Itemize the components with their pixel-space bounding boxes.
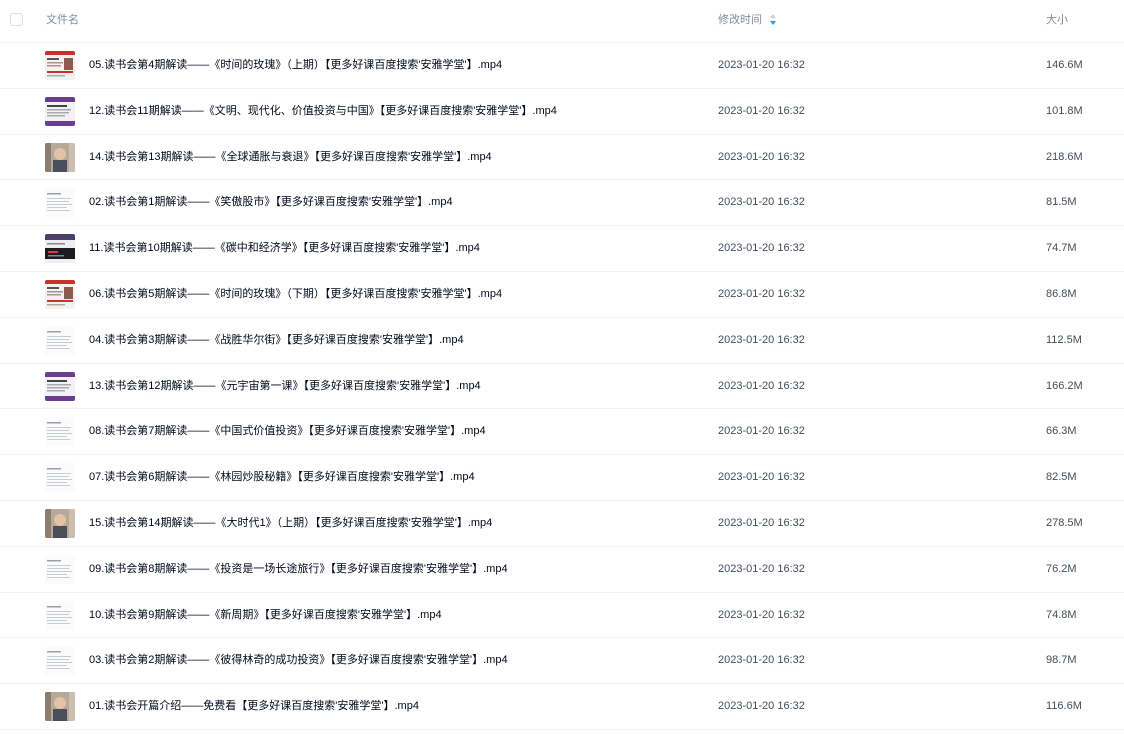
file-size: 116.6M <box>1046 700 1082 713</box>
file-row[interactable]: 06.读书会第5期解读——《时间的玫瑰》（下期）【更多好课百度搜索'安雅学堂'】… <box>0 272 1124 318</box>
file-row[interactable]: 07.读书会第6期解读——《林园炒股秘籍》【更多好课百度搜索'安雅学堂'】.mp… <box>0 455 1124 501</box>
file-size: 98.7M <box>1046 654 1077 667</box>
file-modified-time: 2023-01-20 16:32 <box>718 333 805 346</box>
video-thumbnail[interactable] <box>45 463 75 493</box>
file-name[interactable]: 07.读书会第6期解读——《林园炒股秘籍》【更多好课百度搜索'安雅学堂'】.mp… <box>89 471 475 484</box>
video-thumbnail[interactable] <box>45 692 75 722</box>
file-row[interactable]: 15.读书会第14期解读——《大时代1》（上期）【更多好课百度搜索'安雅学堂'】… <box>0 501 1124 547</box>
file-size: 166.2M <box>1046 379 1083 392</box>
file-name[interactable]: 06.读书会第5期解读——《时间的玫瑰》（下期）【更多好课百度搜索'安雅学堂'】… <box>89 288 502 301</box>
file-name[interactable]: 13.读书会第12期解读——《元宇宙第一课》【更多好课百度搜索'安雅学堂'】.m… <box>89 380 481 393</box>
file-list-page: 文件名 修改时间 大小 05.读书会第4期解读——《时间的玫瑰》（上期）【更多好… <box>0 0 1124 741</box>
file-name[interactable]: 08.读书会第7期解读——《中国式价值投资》【更多好课百度搜索'安雅学堂'】.m… <box>89 425 486 438</box>
file-size: 86.8M <box>1046 287 1077 300</box>
file-row[interactable]: 12.读书会11期解读——《文明、现代化、价值投资与中国》【更多好课百度搜索'安… <box>0 89 1124 135</box>
video-thumbnail[interactable] <box>45 234 75 264</box>
file-name[interactable]: 12.读书会11期解读——《文明、现代化、价值投资与中国》【更多好课百度搜索'安… <box>89 105 557 118</box>
video-thumbnail[interactable] <box>45 417 75 447</box>
video-thumbnail[interactable] <box>45 188 75 218</box>
video-thumbnail[interactable] <box>45 142 75 172</box>
file-size: 146.6M <box>1046 59 1083 71</box>
file-size: 66.3M <box>1046 425 1077 438</box>
file-size: 74.7M <box>1046 242 1077 255</box>
file-size: 82.5M <box>1046 471 1077 484</box>
file-modified-time: 2023-01-20 16:32 <box>718 242 805 255</box>
video-thumbnail[interactable] <box>45 646 75 676</box>
file-list-header: 文件名 修改时间 大小 <box>0 0 1124 43</box>
file-modified-time: 2023-01-20 16:32 <box>718 287 805 300</box>
file-size: 74.8M <box>1046 608 1077 621</box>
file-name[interactable]: 02.读书会第1期解读——《笑傲股市》【更多好课百度搜索'安雅学堂'】.mp4 <box>89 196 453 209</box>
file-name[interactable]: 09.读书会第8期解读——《投资是一场长途旅行》【更多好课百度搜索'安雅学堂'】… <box>89 563 508 576</box>
file-row[interactable]: 14.读书会第13期解读——《全球通胀与衰退》【更多好课百度搜索'安雅学堂'】.… <box>0 135 1124 181</box>
file-modified-time: 2023-01-20 16:32 <box>718 700 805 713</box>
file-name[interactable]: 03.读书会第2期解读——《彼得林奇的成功投资》【更多好课百度搜索'安雅学堂'】… <box>89 654 508 667</box>
file-modified-time: 2023-01-20 16:32 <box>718 516 805 529</box>
file-row[interactable]: 04.读书会第3期解读——《战胜华尔街》【更多好课百度搜索'安雅学堂'】.mp4… <box>0 318 1124 364</box>
file-size: 81.5M <box>1046 196 1077 209</box>
file-list: 05.读书会第4期解读——《时间的玫瑰》（上期）【更多好课百度搜索'安雅学堂'】… <box>0 43 1124 730</box>
file-modified-time: 2023-01-20 16:32 <box>718 59 805 71</box>
file-name[interactable]: 14.读书会第13期解读——《全球通胀与衰退》【更多好课百度搜索'安雅学堂'】.… <box>89 151 492 164</box>
file-row[interactable]: 13.读书会第12期解读——《元宇宙第一课》【更多好课百度搜索'安雅学堂'】.m… <box>0 364 1124 410</box>
video-thumbnail[interactable] <box>45 325 75 355</box>
video-thumbnail[interactable] <box>45 96 75 126</box>
file-size: 101.8M <box>1046 104 1083 117</box>
file-row[interactable]: 05.读书会第4期解读——《时间的玫瑰》（上期）【更多好课百度搜索'安雅学堂'】… <box>0 43 1124 89</box>
sort-arrow-icon[interactable] <box>769 13 777 26</box>
file-name[interactable]: 05.读书会第4期解读——《时间的玫瑰》（上期）【更多好课百度搜索'安雅学堂'】… <box>89 59 502 72</box>
file-modified-time: 2023-01-20 16:32 <box>718 379 805 392</box>
column-header-modified-time[interactable]: 修改时间 <box>718 14 762 27</box>
file-name[interactable]: 01.读书会开篇介绍——免费看【更多好课百度搜索'安雅学堂'】.mp4 <box>89 700 419 713</box>
file-size: 76.2M <box>1046 562 1077 575</box>
file-row[interactable]: 01.读书会开篇介绍——免费看【更多好课百度搜索'安雅学堂'】.mp4 2023-… <box>0 684 1124 730</box>
column-header-name[interactable]: 文件名 <box>46 14 79 27</box>
file-modified-time: 2023-01-20 16:32 <box>718 150 805 163</box>
file-modified-time: 2023-01-20 16:32 <box>718 104 805 117</box>
file-row[interactable]: 09.读书会第8期解读——《投资是一场长途旅行》【更多好课百度搜索'安雅学堂'】… <box>0 547 1124 593</box>
file-modified-time: 2023-01-20 16:32 <box>718 196 805 209</box>
file-name[interactable]: 15.读书会第14期解读——《大时代1》（上期）【更多好课百度搜索'安雅学堂'】… <box>89 517 492 530</box>
video-thumbnail[interactable] <box>45 279 75 309</box>
video-thumbnail[interactable] <box>45 51 75 80</box>
file-size: 278.5M <box>1046 516 1083 529</box>
file-name[interactable]: 11.读书会第10期解读——《碳中和经济学》【更多好课百度搜索'安雅学堂'】.m… <box>89 242 480 255</box>
column-header-size[interactable]: 大小 <box>1046 14 1068 27</box>
file-modified-time: 2023-01-20 16:32 <box>718 608 805 621</box>
file-row[interactable]: 02.读书会第1期解读——《笑傲股市》【更多好课百度搜索'安雅学堂'】.mp4 2… <box>0 180 1124 227</box>
video-thumbnail[interactable] <box>45 371 75 401</box>
file-size: 218.6M <box>1046 150 1083 163</box>
file-name[interactable]: 10.读书会第9期解读——《新周期》【更多好课百度搜索'安雅学堂'】.mp4 <box>89 609 442 622</box>
video-thumbnail[interactable] <box>45 554 75 584</box>
file-row[interactable]: 10.读书会第9期解读——《新周期》【更多好课百度搜索'安雅学堂'】.mp4 20… <box>0 593 1124 639</box>
file-row[interactable]: 11.读书会第10期解读——《碳中和经济学》【更多好课百度搜索'安雅学堂'】.m… <box>0 226 1124 272</box>
video-thumbnail[interactable] <box>45 600 75 630</box>
video-thumbnail[interactable] <box>45 508 75 538</box>
file-modified-time: 2023-01-20 16:32 <box>718 654 805 667</box>
file-size: 112.5M <box>1046 333 1082 346</box>
file-row[interactable]: 08.读书会第7期解读——《中国式价值投资》【更多好课百度搜索'安雅学堂'】.m… <box>0 409 1124 456</box>
file-modified-time: 2023-01-20 16:32 <box>718 471 805 484</box>
file-name[interactable]: 04.读书会第3期解读——《战胜华尔街》【更多好课百度搜索'安雅学堂'】.mp4 <box>89 334 464 347</box>
file-modified-time: 2023-01-20 16:32 <box>718 425 805 438</box>
file-row[interactable]: 03.读书会第2期解读——《彼得林奇的成功投资》【更多好课百度搜索'安雅学堂'】… <box>0 638 1124 685</box>
select-all-checkbox[interactable] <box>10 13 23 26</box>
file-modified-time: 2023-01-20 16:32 <box>718 562 805 575</box>
